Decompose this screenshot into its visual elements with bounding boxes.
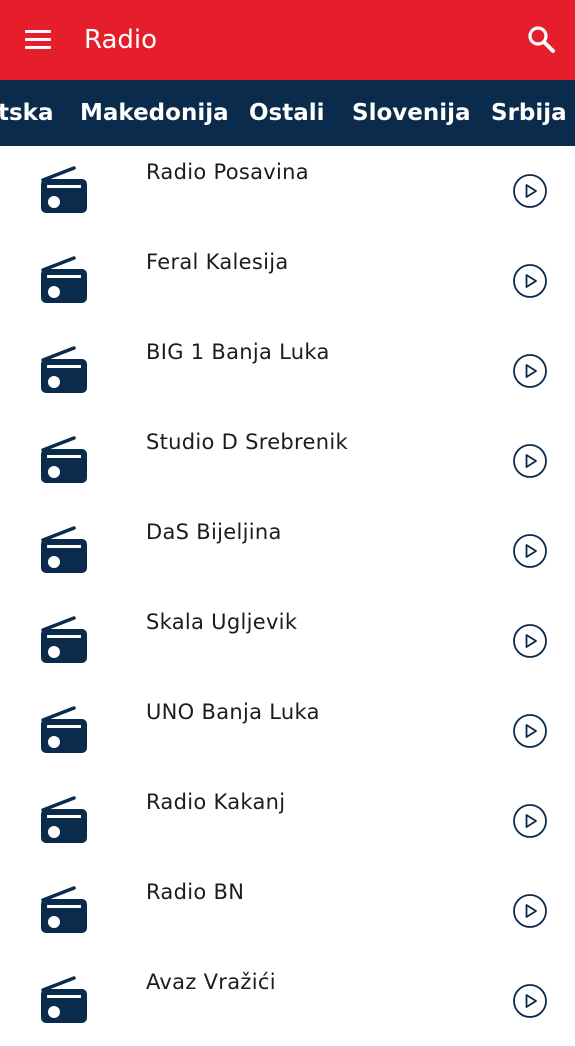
station-name: UNO Banja Luka (146, 700, 320, 724)
radio-icon (38, 886, 90, 936)
radio-icon (38, 166, 90, 216)
radio-icon (38, 526, 90, 576)
radio-icon (38, 346, 90, 396)
tab-hrvatska[interactable]: tska (0, 80, 54, 146)
list-item[interactable]: Skala Ugljevik (0, 596, 575, 687)
station-name: DaS Bijeljina (146, 520, 282, 544)
radio-icon (38, 976, 90, 1026)
list-item[interactable]: BIG 1 Banja Luka (0, 326, 575, 417)
tab-makedonija[interactable]: Makedonija (80, 80, 229, 146)
radio-icon (38, 616, 90, 666)
play-circle-icon[interactable] (512, 803, 548, 839)
play-circle-icon[interactable] (512, 893, 548, 929)
radio-icon (38, 796, 90, 846)
tab-srbija[interactable]: Srbija (491, 80, 567, 146)
play-circle-icon[interactable] (512, 533, 548, 569)
app-bar: Radio (0, 0, 575, 80)
list-item[interactable]: Avaz Vražići (0, 956, 575, 1047)
station-name: Feral Kalesija (146, 250, 289, 274)
category-tabs: tska Makedonija Ostali Slovenija Srbija (0, 80, 575, 146)
radio-icon (38, 436, 90, 486)
play-circle-icon[interactable] (512, 983, 548, 1019)
play-circle-icon[interactable] (512, 263, 548, 299)
list-item[interactable]: Radio Kakanj (0, 776, 575, 867)
hamburger-menu-icon[interactable] (22, 24, 56, 56)
tab-slovenija[interactable]: Slovenija (352, 80, 471, 146)
radio-icon (38, 706, 90, 756)
play-circle-icon[interactable] (512, 173, 548, 209)
station-name: Skala Ugljevik (146, 610, 298, 634)
play-circle-icon[interactable] (512, 353, 548, 389)
list-item[interactable]: Studio D Srebrenik (0, 416, 575, 507)
list-item[interactable]: DaS Bijeljina (0, 506, 575, 597)
list-item[interactable]: UNO Banja Luka (0, 686, 575, 777)
tab-ostali[interactable]: Ostali (249, 80, 325, 146)
play-circle-icon[interactable] (512, 623, 548, 659)
list-item[interactable]: Radio Posavina (0, 146, 575, 237)
app-title: Radio (84, 25, 158, 55)
station-name: Radio Kakanj (146, 790, 286, 814)
search-icon[interactable] (524, 22, 558, 56)
station-name: Radio Posavina (146, 160, 309, 184)
radio-icon (38, 256, 90, 306)
station-name: Studio D Srebrenik (146, 430, 348, 454)
station-name: Radio BN (146, 880, 245, 904)
station-name: Avaz Vražići (146, 970, 276, 994)
station-name: BIG 1 Banja Luka (146, 340, 330, 364)
play-circle-icon[interactable] (512, 443, 548, 479)
list-item[interactable]: Feral Kalesija (0, 236, 575, 327)
play-circle-icon[interactable] (512, 713, 548, 749)
list-item[interactable]: Radio BN (0, 866, 575, 957)
